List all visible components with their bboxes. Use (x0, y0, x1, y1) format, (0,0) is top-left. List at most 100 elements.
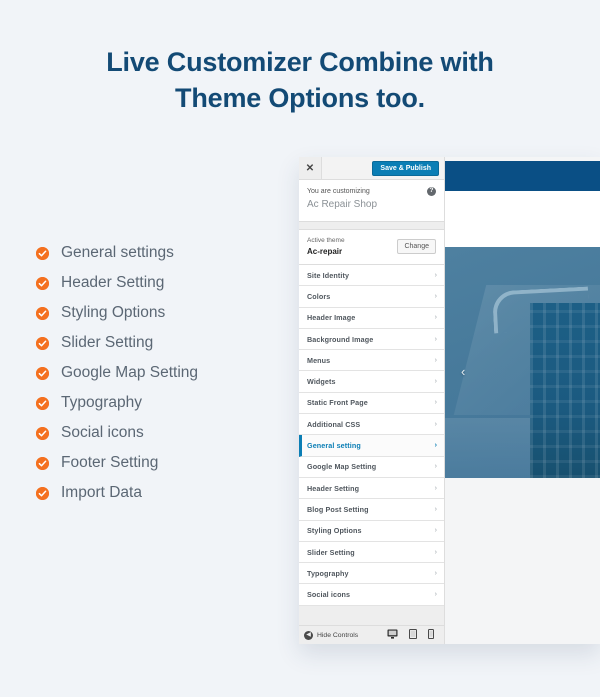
list-item-label: Header Setting (61, 274, 165, 291)
device-preview-switcher (387, 626, 438, 644)
chevron-right-icon: › (434, 527, 437, 535)
customizer-section-social-icons[interactable]: Social icons › (299, 584, 444, 606)
chevron-right-icon: › (434, 463, 437, 471)
check-circle-icon (36, 276, 49, 290)
customizer-section-header-setting[interactable]: Header Setting › (299, 477, 444, 500)
customizer-section-widgets[interactable]: Widgets › (299, 371, 444, 393)
customizer-section-label: Styling Options (307, 526, 362, 536)
customizer-section-label: Header Setting (307, 483, 360, 493)
check-circle-icon (36, 366, 49, 380)
list-item-label: Footer Setting (61, 454, 159, 471)
hero-technician-shirt (530, 303, 600, 478)
customizer-section-blog-post-setting[interactable]: Blog Post Setting › (299, 499, 444, 521)
customizer-section-label: Colors (307, 291, 331, 301)
save-and-publish-button[interactable]: Save & Publish (372, 160, 439, 176)
active-theme-name: Ac-repair (307, 247, 343, 256)
panel-divider (299, 222, 444, 229)
list-item-label: Social icons (61, 424, 144, 441)
customizing-label: You are customizing (307, 188, 370, 195)
customizer-footer-bar: ◀ Hide Controls (299, 625, 444, 644)
customizer-section-slider-setting[interactable]: Slider Setting › (299, 541, 444, 564)
close-icon[interactable]: ✕ (299, 157, 322, 179)
chevron-right-icon: › (434, 314, 437, 322)
chevron-right-icon: › (434, 569, 437, 577)
check-circle-icon (36, 306, 49, 320)
tablet-preview-icon[interactable] (409, 626, 417, 644)
feature-list: General settings Header Setting Styling Op… (36, 238, 286, 508)
page-title: Live Customizer Combine with Theme Optio… (0, 44, 600, 116)
chevron-right-icon: › (434, 505, 437, 513)
customizer-section-list: Site Identity › Colors › Header Image › Backgr… (299, 265, 444, 625)
preview-hero-image: ‹ (445, 247, 600, 478)
customizer-section-general-setting[interactable]: General setting › (299, 435, 444, 457)
chevron-right-icon: › (434, 356, 437, 364)
customizer-section-colors[interactable]: Colors › (299, 286, 444, 308)
customizer-section-label: Additional CSS (307, 419, 361, 429)
list-item-label: Typography (61, 394, 142, 411)
page-title-line-2: Theme Options too. (175, 83, 425, 113)
customizing-section: You are customizing Ac Repair Shop ? (299, 180, 444, 222)
chevron-right-icon: › (434, 484, 437, 492)
customizer-section-label: General setting (307, 441, 361, 451)
check-circle-icon (36, 486, 49, 500)
list-item: Slider Setting (36, 328, 286, 358)
customizer-section-header-image[interactable]: Header Image › (299, 307, 444, 329)
customizer-section-label: Typography (307, 568, 349, 578)
help-icon[interactable]: ? (427, 187, 436, 196)
list-item: Header Setting (36, 268, 286, 298)
list-item-label: Import Data (61, 484, 142, 501)
customizer-panel: ✕ Save & Publish You are customizing Ac … (299, 157, 445, 644)
list-item: Footer Setting (36, 448, 286, 478)
active-theme-section: Active theme Ac-repair Change (299, 229, 444, 265)
customizer-section-google-map-setting[interactable]: Google Map Setting › (299, 456, 444, 478)
customizer-section-label: Menus (307, 355, 331, 365)
customizer-section-styling-options[interactable]: Styling Options › (299, 520, 444, 542)
slider-prev-arrow-icon[interactable]: ‹ (461, 365, 465, 378)
chevron-right-icon: › (434, 335, 437, 343)
preview-site-header (445, 161, 600, 191)
check-circle-icon (36, 426, 49, 440)
check-circle-icon (36, 456, 49, 470)
customizer-section-background-image[interactable]: Background Image › (299, 328, 444, 351)
page-title-line-1: Live Customizer Combine with (106, 47, 494, 77)
check-circle-icon (36, 246, 49, 260)
list-item: Social icons (36, 418, 286, 448)
list-item: General settings (36, 238, 286, 268)
active-theme-label: Active theme (307, 237, 345, 244)
chevron-right-icon: › (434, 271, 437, 279)
list-item: Import Data (36, 478, 286, 508)
desktop-preview-icon[interactable] (387, 626, 398, 644)
customizer-section-label: Google Map Setting (307, 462, 377, 472)
chevron-right-icon: › (434, 292, 437, 300)
promo-page: Live Customizer Combine with Theme Optio… (0, 0, 600, 697)
customizer-section-menus[interactable]: Menus › (299, 350, 444, 372)
hide-controls-label: Hide Controls (317, 631, 359, 639)
chevron-right-icon: › (434, 378, 437, 386)
check-circle-icon (36, 336, 49, 350)
chevron-right-icon: › (434, 420, 437, 428)
chevron-right-icon: › (434, 442, 437, 450)
hide-controls-button[interactable]: ◀ Hide Controls (304, 630, 359, 640)
chevron-right-icon: › (434, 548, 437, 556)
list-item-label: Styling Options (61, 304, 166, 321)
change-theme-button[interactable]: Change (397, 239, 436, 254)
customizer-section-additional-css[interactable]: Additional CSS › (299, 414, 444, 436)
site-preview-pane: ‹ (445, 157, 600, 644)
customizer-section-label: Widgets (307, 377, 336, 387)
collapse-icon: ◀ (304, 630, 313, 640)
customizer-section-typography[interactable]: Typography › (299, 563, 444, 585)
customizing-site-title: Ac Repair Shop (307, 199, 378, 210)
customizer-section-site-identity[interactable]: Site Identity › (299, 265, 444, 287)
list-item: Google Map Setting (36, 358, 286, 388)
chevron-right-icon: › (434, 591, 437, 599)
customizer-panel-header: ✕ Save & Publish (299, 157, 444, 180)
check-circle-icon (36, 396, 49, 410)
chevron-right-icon: › (434, 399, 437, 407)
customizer-section-label: Header Image (307, 313, 356, 323)
mobile-preview-icon[interactable] (428, 626, 434, 644)
customizer-section-label: Background Image (307, 334, 374, 344)
list-item-label: General settings (61, 244, 174, 261)
customizer-section-static-front-page[interactable]: Static Front Page › (299, 392, 444, 415)
customizer-section-label: Slider Setting (307, 547, 355, 557)
hero-band-shape (445, 418, 540, 478)
